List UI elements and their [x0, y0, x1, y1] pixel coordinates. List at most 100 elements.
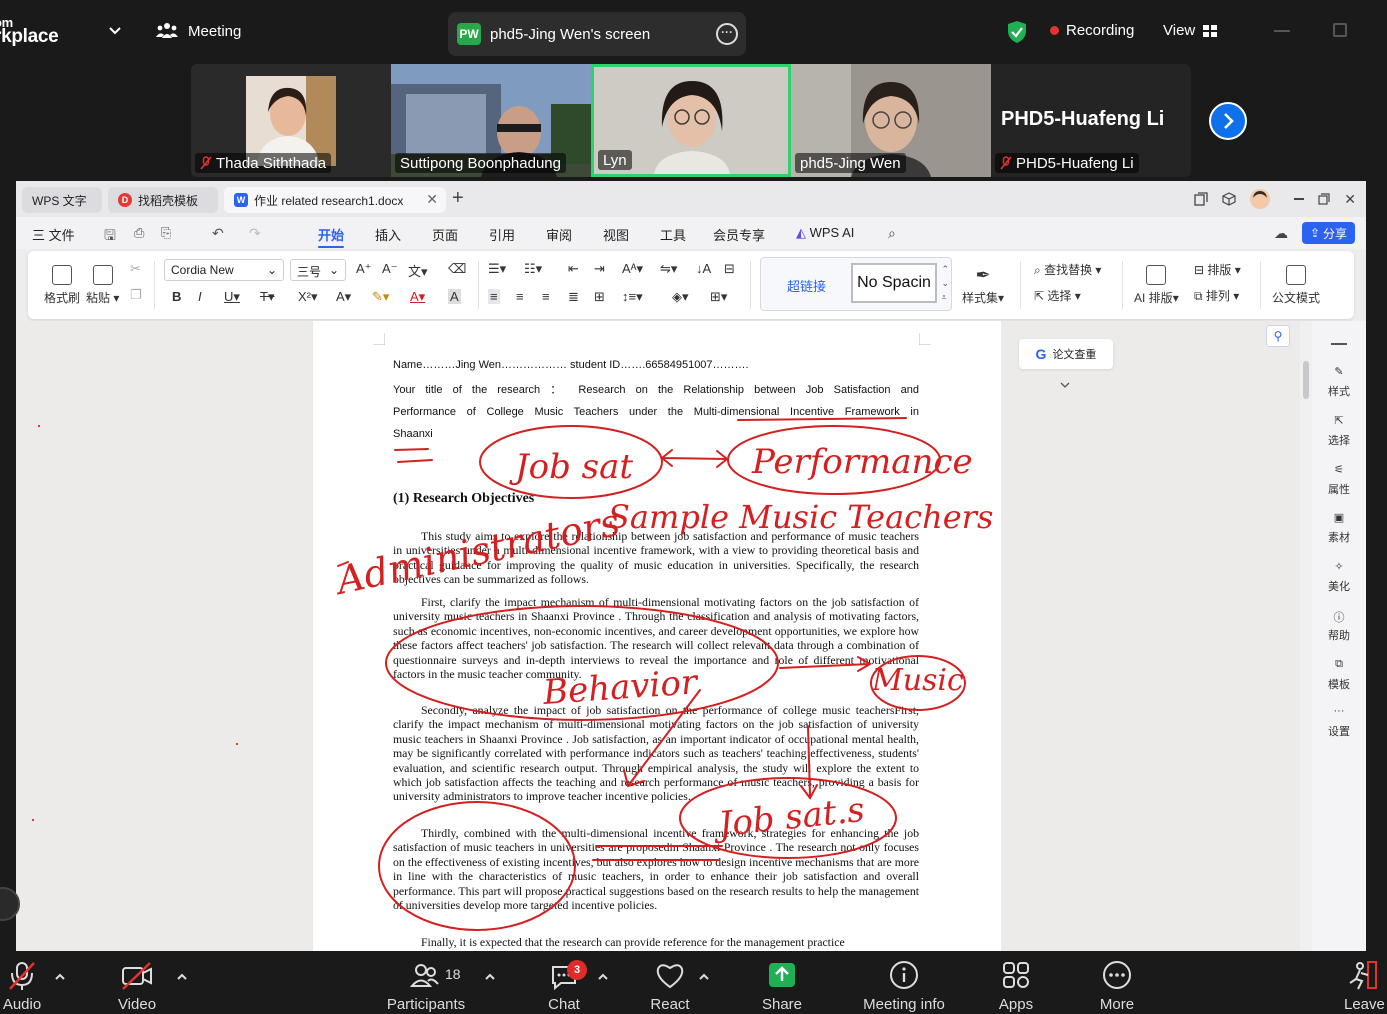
cut-icon[interactable]: ✂ — [130, 261, 141, 277]
tile-windows-icon[interactable] — [1194, 192, 1208, 206]
show-marks-icon[interactable]: ⊟ — [724, 261, 735, 277]
plagiarism-check-button[interactable]: G 论文查重 — [1019, 339, 1113, 369]
find-replace-button[interactable]: ⌕ 查找替换 ▾ — [1034, 261, 1101, 278]
cube-icon[interactable] — [1222, 192, 1236, 206]
close-tab-icon[interactable]: ✕ — [426, 191, 438, 208]
panel-select[interactable]: ⇱ 选择 — [1312, 414, 1366, 448]
style-scroll-arrows[interactable]: ⌃ ⌄ ⩡ — [941, 262, 949, 304]
chevron-up-icon[interactable] — [597, 973, 609, 981]
chevron-down-icon[interactable] — [1060, 381, 1070, 389]
undo-icon[interactable]: ↶ — [212, 225, 224, 242]
select-button[interactable]: ⇱ 选择 ▾ — [1034, 287, 1081, 304]
menu-page[interactable]: 页面 — [432, 225, 458, 244]
leave-button[interactable]: Leave — [1344, 959, 1387, 1013]
participant-tile-active-speaker[interactable]: Lyn — [591, 64, 791, 177]
tab-wps-writer[interactable]: WPS 文字 — [22, 187, 102, 213]
more-button[interactable]: More — [1096, 959, 1138, 1013]
shrink-font-icon[interactable]: A⁻ — [382, 261, 398, 277]
bold-icon[interactable]: B — [172, 289, 181, 304]
user-avatar[interactable] — [1250, 189, 1271, 209]
menu-view[interactable]: 视图 — [603, 225, 629, 244]
document-page[interactable]: Name………Jing Wen……………… student ID…….66584… — [313, 321, 1001, 951]
highlight-icon[interactable]: ✎▾ — [372, 289, 389, 305]
ai-layout-button[interactable]: AI 排版▾ — [1134, 265, 1179, 306]
align-left-icon[interactable]: ≡ — [488, 289, 500, 304]
panel-materials[interactable]: ▣ 素材 — [1312, 511, 1366, 545]
screen-share-indicator[interactable]: PW phd5-Jing Wen's screen ··· — [448, 12, 746, 56]
participant-tile[interactable]: phd5-Jing Wen — [791, 64, 991, 177]
cloud-sync-icon[interactable]: ☁ — [1274, 225, 1288, 242]
redo-icon[interactable]: ↷ — [249, 225, 261, 242]
new-tab-icon[interactable]: + — [452, 188, 464, 208]
minimize-icon[interactable] — [1294, 198, 1305, 200]
style-set-button[interactable]: ✒ 样式集▾ — [962, 265, 1004, 306]
share-doc-button[interactable]: ⇪ 分享 — [1302, 222, 1355, 244]
style-hyperlink[interactable]: 超链接 — [787, 276, 826, 295]
save-icon[interactable]: 🖫 — [104, 225, 116, 249]
menu-home[interactable]: 开始 — [318, 225, 345, 248]
text-direction-icon[interactable]: Aᴬ▾ — [622, 261, 643, 277]
more-options-icon[interactable]: ··· — [716, 23, 738, 45]
grow-font-icon[interactable]: A⁺ — [356, 261, 372, 277]
print-icon[interactable]: ⎘ — [161, 225, 171, 241]
phonetic-icon[interactable]: 文▾ — [408, 261, 428, 280]
react-button[interactable]: React — [648, 959, 692, 1013]
style-no-spacing[interactable]: No Spacin — [851, 263, 937, 303]
chevron-up-icon[interactable] — [698, 973, 710, 981]
next-page-button[interactable] — [1209, 102, 1247, 140]
bullet-list-icon[interactable]: ☰▾ — [488, 261, 506, 277]
recording-indicator[interactable]: Recording — [1050, 22, 1134, 39]
superscript-icon[interactable]: X²▾ — [298, 289, 318, 305]
panel-templates[interactable]: ⧉ 模板 — [1312, 658, 1366, 692]
panel-help[interactable]: ⓘ 帮助 — [1312, 609, 1366, 643]
apps-button[interactable]: Apps — [996, 959, 1036, 1013]
meeting-menu[interactable]: Meeting — [156, 22, 241, 40]
line-spacing-icon[interactable]: ↕≡▾ — [622, 289, 643, 305]
participant-tile[interactable]: Thada Siththada — [191, 64, 391, 177]
clear-format-icon[interactable]: ⌫ — [448, 261, 466, 277]
panel-settings[interactable]: ··· 设置 — [1312, 705, 1366, 739]
maximize-window-icon[interactable] — [1333, 23, 1347, 37]
vertical-scrollbar[interactable] — [1300, 321, 1312, 951]
numbered-list-icon[interactable]: ☷▾ — [524, 261, 542, 277]
char-shading-icon[interactable]: A — [448, 289, 461, 304]
search-icon[interactable]: ⌕ — [888, 225, 896, 242]
share-screen-button[interactable]: Share — [760, 959, 804, 1013]
chinese-layout-icon[interactable]: ⇋▾ — [660, 261, 677, 277]
font-color-icon[interactable]: A▾ — [410, 289, 425, 305]
menu-wps-ai[interactable]: ◭ WPS AI — [796, 225, 854, 241]
restore-icon[interactable] — [1318, 193, 1330, 205]
export-icon[interactable]: ⎙ — [134, 225, 144, 241]
meeting-info-button[interactable]: Meeting info — [858, 959, 950, 1013]
increase-indent-icon[interactable]: ⇥ — [594, 261, 605, 277]
italic-icon[interactable]: I — [198, 289, 202, 304]
menu-insert[interactable]: 插入 — [375, 225, 401, 244]
audio-button[interactable]: Audio — [0, 959, 44, 1013]
video-button[interactable]: Video — [114, 959, 160, 1013]
menu-review[interactable]: 审阅 — [546, 225, 572, 244]
chevron-up-icon[interactable] — [484, 973, 496, 981]
tab-document[interactable]: W 作业 related research1.docx ✕ — [224, 187, 446, 213]
distribute-icon[interactable]: ⊞ — [594, 289, 605, 305]
align-center-icon[interactable]: ≡ — [516, 289, 524, 304]
align-right-icon[interactable]: ≡ — [542, 289, 550, 304]
participant-tile[interactable]: PHD5-Huafeng Li PHD5-Huafeng Li — [991, 64, 1191, 177]
arrange-button[interactable]: ⧉ 排列 ▾ — [1194, 287, 1239, 304]
scroll-thumb[interactable] — [1303, 361, 1309, 399]
security-shield-icon[interactable] — [1006, 20, 1028, 44]
panel-styles[interactable]: ✎ 样式 — [1312, 365, 1366, 399]
panel-beautify[interactable]: ✧ 美化 — [1312, 560, 1366, 594]
text-effect-icon[interactable]: A▾ — [336, 289, 351, 305]
shading-icon[interactable]: ◈▾ — [672, 289, 689, 305]
chevron-up-icon[interactable] — [176, 973, 188, 981]
location-pin-icon[interactable]: ⚲ — [1266, 325, 1290, 347]
chevron-up-icon[interactable] — [54, 973, 66, 981]
tab-template[interactable]: D 找稻壳模板 — [108, 187, 218, 213]
paste-button[interactable]: 粘贴 ▾ — [86, 265, 119, 306]
collapse-icon[interactable] — [1331, 343, 1347, 345]
font-size-select[interactable]: 三号 ⌄ — [290, 259, 346, 281]
menu-tools[interactable]: 工具 — [660, 225, 686, 244]
chevron-down-icon[interactable] — [108, 26, 122, 36]
underline-icon[interactable]: U▾ — [224, 289, 240, 305]
menu-file[interactable]: 三 文件 — [32, 225, 75, 244]
